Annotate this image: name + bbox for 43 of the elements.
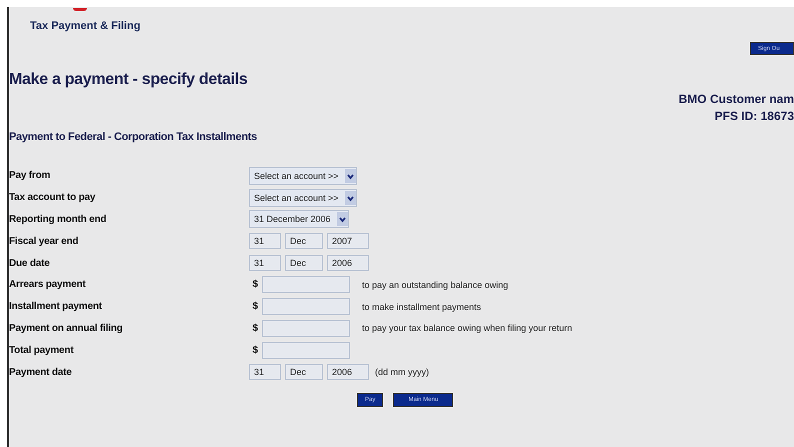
page-title: Make a payment - specify details: [9, 71, 248, 90]
day-field[interactable]: 31: [249, 255, 281, 272]
year-field[interactable]: 2007: [327, 233, 369, 250]
field-label: Payment date: [9, 366, 73, 378]
field-description: to make installment payments: [362, 302, 482, 312]
currency-symbol: $: [251, 301, 258, 312]
year-field[interactable]: 2006: [327, 255, 369, 272]
day-field[interactable]: 31: [249, 364, 281, 380]
field-label: Total payment: [9, 344, 74, 356]
dropdown-caret-icon[interactable]: [336, 212, 348, 226]
pfs-id: PFS ID: 18673: [714, 108, 794, 125]
currency-symbol: $: [251, 344, 258, 356]
month-field[interactable]: Dec: [285, 255, 323, 272]
date-format-hint: (dd mm yyyy): [375, 367, 429, 378]
amount-input-field[interactable]: [262, 276, 350, 294]
field-label: Tax account to pay: [9, 192, 96, 204]
field-label: Arrears payment: [9, 279, 86, 290]
field-description: to pay an outstanding balance owing: [362, 280, 508, 290]
customer-name: BMO Customer nam: [678, 91, 794, 108]
field-label: Installment payment: [9, 301, 103, 312]
field-label: Reporting month end: [9, 214, 108, 225]
month-field[interactable]: Dec: [285, 233, 323, 250]
month-field[interactable]: Dec: [285, 364, 323, 380]
logo-fragment-icon: [73, 8, 87, 11]
day-field[interactable]: 31: [249, 233, 281, 250]
amount-input-field[interactable]: [262, 298, 350, 316]
amount-input-field[interactable]: [262, 342, 350, 359]
dropdown-caret-icon[interactable]: [344, 168, 356, 183]
amount-input-field[interactable]: [262, 320, 350, 337]
field-label: Payment on annual filing: [9, 322, 124, 334]
account-dropdown[interactable]: Select an account >>: [249, 188, 357, 207]
account-dropdown[interactable]: 31 December 2006: [249, 210, 349, 228]
field-label: Pay from: [9, 170, 52, 182]
dropdown-caret-icon[interactable]: [344, 190, 356, 205]
year-field[interactable]: 2006: [327, 364, 369, 380]
app-title: Tax Payment & Filing: [30, 20, 140, 32]
account-dropdown[interactable]: Select an account >>: [249, 166, 357, 185]
currency-symbol: $: [251, 279, 258, 290]
field-label: Due date: [9, 258, 51, 269]
field-label: Fiscal year end: [9, 236, 80, 247]
field-description: to pay your tax balance owing when filing your return: [362, 323, 572, 334]
section-title: Payment to Federal - Corporation Tax Installments: [9, 131, 258, 143]
currency-symbol: $: [251, 322, 258, 334]
